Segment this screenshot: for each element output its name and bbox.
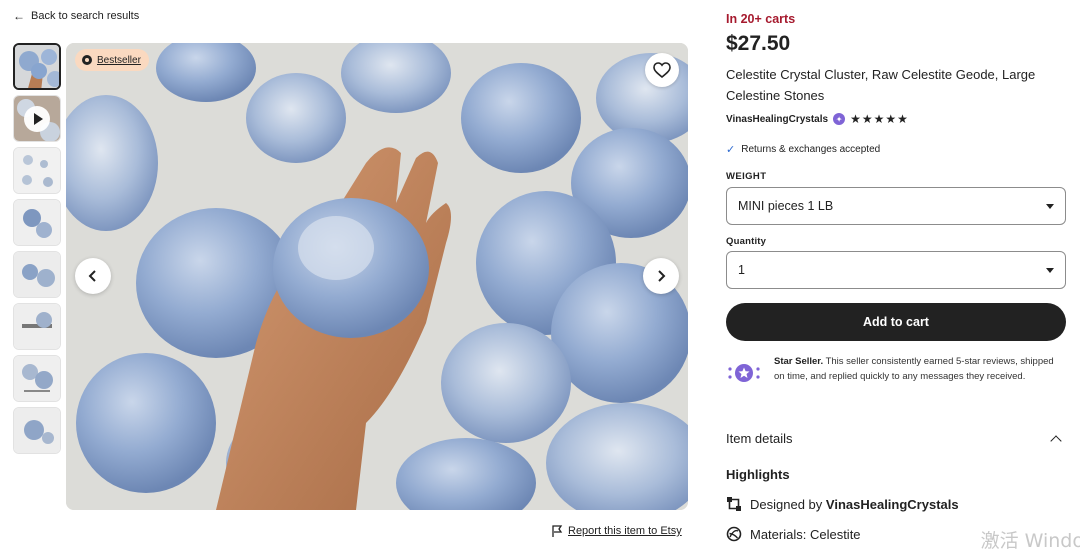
star-seller-text: Star Seller. This seller consistently ea… <box>774 355 1066 385</box>
highlights-heading: Highlights <box>726 467 790 482</box>
materials-icon <box>726 526 742 542</box>
returns-notice: ✓ Returns & exchanges accepted <box>726 143 880 156</box>
next-image-button[interactable] <box>643 258 679 294</box>
in-carts-notice: In 20+ carts <box>726 12 796 26</box>
seller-name-link[interactable]: VinasHealingCrystals <box>726 114 828 125</box>
designed-by-row: Designed by VinasHealingCrystals <box>726 496 959 512</box>
previous-image-button[interactable] <box>75 258 111 294</box>
item-details-label: Item details <box>726 431 793 446</box>
seller-row: VinasHealingCrystals ✦ ★★★★★ <box>726 112 909 126</box>
back-link-label: Back to search results <box>31 10 140 22</box>
thumbnail-3[interactable] <box>13 147 61 194</box>
designed-by-seller-link[interactable]: VinasHealingCrystals <box>826 497 959 512</box>
thumbnail-4[interactable] <box>13 199 61 246</box>
back-to-search-link[interactable]: ← Back to search results <box>13 10 139 22</box>
report-label: Report this item to Etsy <box>568 525 682 537</box>
weight-selected-value: MINI pieces 1 LB <box>738 199 834 213</box>
add-to-cart-button[interactable]: Add to cart <box>726 303 1066 341</box>
materials-label: Materials: Celestite <box>750 526 861 542</box>
item-details-toggle[interactable]: Item details <box>726 431 1066 447</box>
check-icon: ✓ <box>726 144 736 156</box>
celestite-photo <box>66 43 688 510</box>
product-title: Celestite Crystal Cluster, Raw Celestite… <box>726 67 1036 103</box>
quantity-select[interactable]: 1 <box>726 251 1066 289</box>
star-seller-title: Star Seller. <box>774 356 824 367</box>
thumbnail-6[interactable] <box>13 303 61 350</box>
heart-icon <box>653 62 671 78</box>
report-item-link[interactable]: Report this item to Etsy <box>552 525 682 537</box>
weight-label: WEIGHT <box>726 171 767 182</box>
thumbnail-video[interactable] <box>13 95 61 142</box>
price: $27.50 <box>726 32 791 55</box>
chevron-right-icon <box>658 270 666 282</box>
activation-watermark: 激活 Windo <box>980 530 1080 550</box>
chevron-up-icon <box>1050 434 1062 447</box>
designed-by-prefix: Designed by <box>750 496 826 512</box>
medal-icon <box>82 55 92 65</box>
flag-icon <box>552 525 563 537</box>
star-seller-info: Star Seller. This seller consistently ea… <box>726 355 1066 385</box>
chevron-left-icon <box>88 270 96 282</box>
quantity-selected-value: 1 <box>738 263 745 277</box>
play-icon <box>24 105 50 132</box>
weight-select[interactable]: MINI pieces 1 LB <box>726 187 1066 225</box>
caret-down-icon <box>1046 267 1054 273</box>
thumbnail-7[interactable] <box>13 355 61 402</box>
bestseller-label: Bestseller <box>97 54 141 66</box>
design-tool-icon <box>727 497 741 511</box>
thumbnail-8[interactable] <box>13 407 61 454</box>
caret-down-icon <box>1046 203 1054 209</box>
rating-stars[interactable]: ★★★★★ <box>850 112 909 126</box>
star-seller-icon <box>726 355 762 385</box>
thumbnail-list <box>13 43 62 454</box>
thumbnail-5[interactable] <box>13 251 61 298</box>
arrow-left-icon: ← <box>13 9 25 23</box>
thumbnail-1[interactable] <box>13 43 61 90</box>
materials-row: Materials: Celestite <box>726 526 861 542</box>
main-product-image[interactable]: Bestseller <box>66 43 688 510</box>
quantity-label: Quantity <box>726 236 767 247</box>
star-seller-badge-icon: ✦ <box>833 113 846 125</box>
favorite-button[interactable] <box>645 53 679 87</box>
returns-label: Returns & exchanges accepted <box>741 144 881 155</box>
bestseller-badge: Bestseller <box>75 49 149 71</box>
